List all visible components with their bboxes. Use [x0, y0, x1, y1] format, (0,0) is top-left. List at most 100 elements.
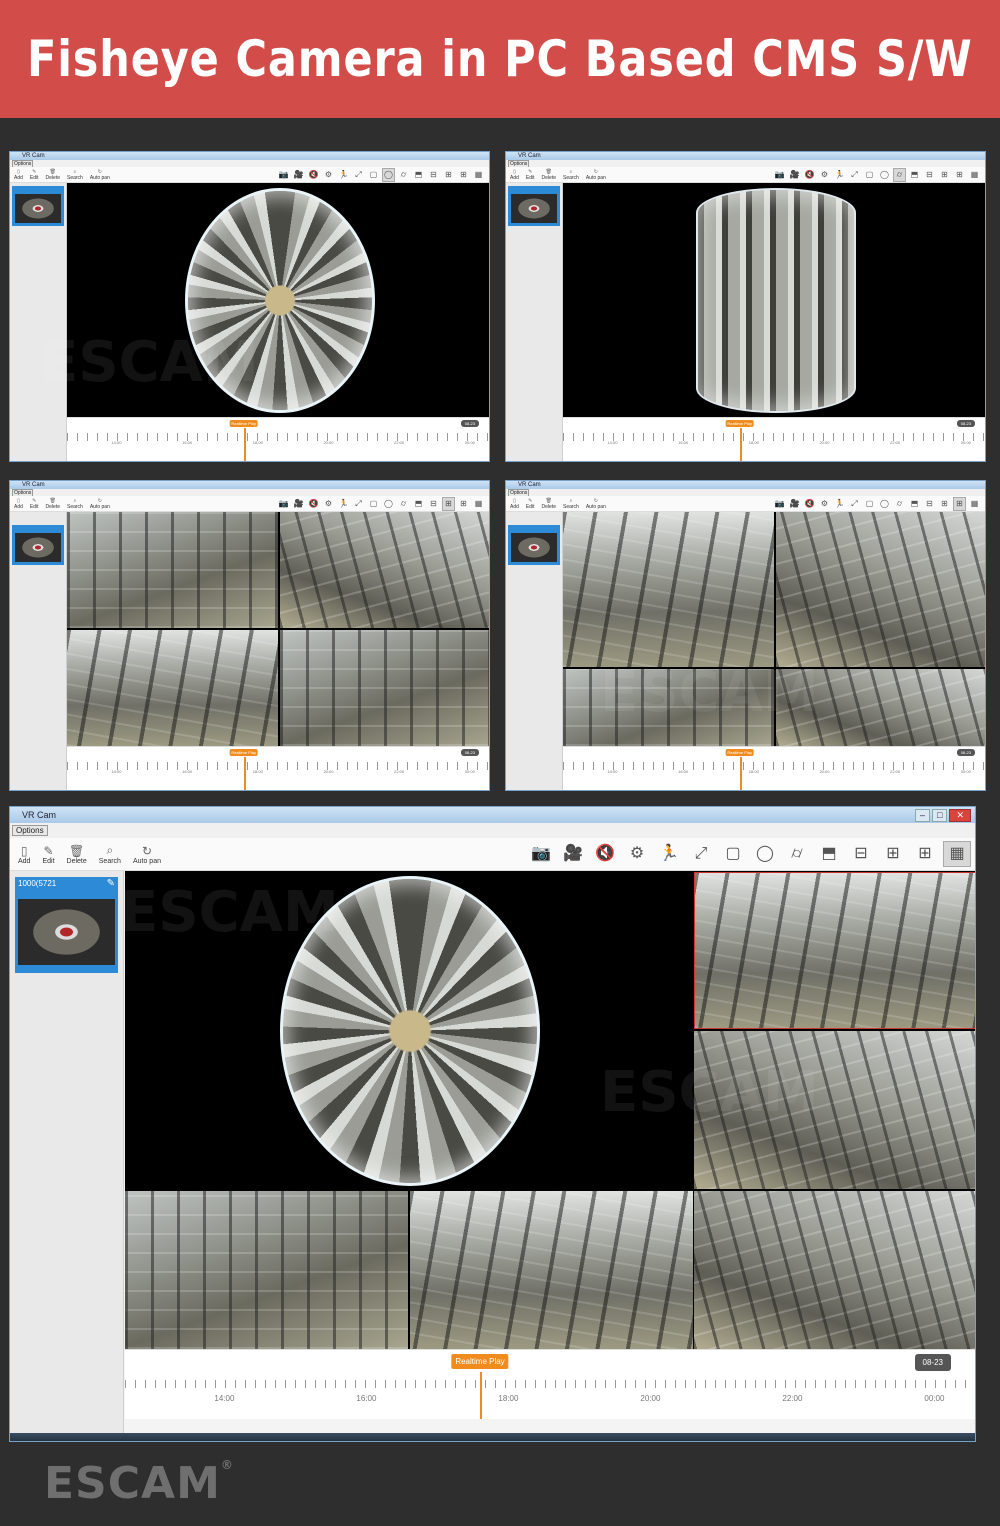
mute-speaker-icon[interactable]: 🔇 [591, 842, 619, 866]
video-pane-bottom-3[interactable] [694, 1191, 975, 1349]
fullscreen-icon[interactable]: ⤢ [848, 169, 861, 181]
view-split-6-icon[interactable]: ▦ [472, 498, 485, 510]
view-original-icon[interactable]: ▢ [863, 498, 876, 510]
view-split-4b-icon[interactable]: ⊞ [911, 842, 939, 866]
video-viewport[interactable] [67, 183, 489, 417]
view-fisheye-icon[interactable]: ◯ [751, 842, 779, 866]
view-cylinder-icon[interactable]: ⌭ [783, 842, 811, 866]
mute-speaker-icon[interactable]: 🔇 [307, 169, 320, 181]
edit-button[interactable]: ✎ Edit [30, 169, 39, 181]
snapshot-camera-icon[interactable]: 📷 [277, 498, 290, 510]
realtime-play-badge[interactable]: Realtime Play [725, 749, 754, 756]
camera-thumbnail[interactable] [12, 525, 64, 565]
date-badge[interactable]: 08-23 [914, 1354, 951, 1371]
snapshot-camera-icon[interactable]: 📷 [773, 498, 786, 510]
view-split-2-icon[interactable]: ⊟ [427, 169, 440, 181]
video-viewport[interactable] [67, 512, 489, 746]
record-video-icon[interactable]: 🎥 [559, 842, 587, 866]
view-cylinder-icon[interactable]: ⌭ [397, 169, 410, 181]
delete-button[interactable]: 🗑 Delete [542, 498, 556, 510]
auto-pan-button[interactable]: ↻ Auto pan [586, 169, 606, 181]
fullscreen-icon[interactable]: ⤢ [687, 842, 715, 866]
view-cylinder-icon[interactable]: ⌭ [893, 498, 906, 510]
mute-speaker-icon[interactable]: 🔇 [803, 169, 816, 181]
realtime-play-badge[interactable]: Realtime Play [725, 420, 754, 427]
delete-button[interactable]: 🗑 Delete [67, 844, 87, 865]
playback-timeline[interactable]: 14:00 16:00 18:00 20:00 22:00 00:00 Realtime P… [67, 746, 489, 790]
view-original-icon[interactable]: ▢ [367, 169, 380, 181]
auto-pan-button[interactable]: ↻ Auto pan [90, 498, 110, 510]
fullscreen-icon[interactable]: ⤢ [352, 169, 365, 181]
playhead-marker[interactable] [243, 428, 246, 461]
playback-timeline[interactable]: 14:00 16:00 18:00 20:00 22:00 00:00 Realtime P… [67, 417, 489, 461]
playhead-marker[interactable] [739, 428, 742, 461]
date-badge[interactable]: 08-23 [460, 420, 479, 427]
add-button[interactable]: ▯ Add [510, 169, 519, 181]
view-split-2-icon[interactable]: ⊟ [923, 498, 936, 510]
motion-run-icon[interactable]: 🏃 [337, 498, 350, 510]
view-original-icon[interactable]: ▢ [367, 498, 380, 510]
snapshot-camera-icon[interactable]: 📷 [773, 169, 786, 181]
view-fisheye-icon[interactable]: ◯ [878, 169, 891, 181]
add-button[interactable]: ▯ Add [14, 169, 23, 181]
view-panorama-icon[interactable]: ⬒ [908, 169, 921, 181]
view-fisheye-icon[interactable]: ◯ [382, 498, 395, 510]
view-split-2-icon[interactable]: ⊟ [847, 842, 875, 866]
minimize-icon[interactable]: – [915, 808, 931, 822]
view-split-4-icon[interactable]: ⊞ [442, 496, 455, 511]
playback-timeline[interactable]: 14:00 16:00 18:00 20:00 22:00 00:00 Realtime P… [125, 1349, 975, 1419]
fisheye-pane[interactable] [125, 871, 693, 1189]
video-viewport[interactable] [125, 871, 975, 1349]
delete-button[interactable]: 🗑 Delete [542, 169, 556, 181]
video-pane-4[interactable] [776, 669, 985, 746]
record-video-icon[interactable]: 🎥 [292, 498, 305, 510]
settings-gear-icon[interactable]: ⚙ [818, 498, 831, 510]
edit-button[interactable]: ✎ Edit [526, 498, 535, 510]
camera-thumbnail[interactable] [12, 186, 64, 226]
settings-gear-icon[interactable]: ⚙ [818, 169, 831, 181]
video-pane-bottom-2[interactable] [410, 1191, 693, 1349]
video-pane-2[interactable] [776, 512, 985, 667]
view-split-4-icon[interactable]: ⊞ [938, 498, 951, 510]
maximize-icon[interactable]: □ [932, 808, 948, 822]
search-button[interactable]: ⌕ Search [99, 843, 121, 865]
record-video-icon[interactable]: 🎥 [788, 498, 801, 510]
settings-gear-icon[interactable]: ⚙ [322, 498, 335, 510]
view-split-6-icon[interactable]: ▦ [472, 169, 485, 181]
motion-run-icon[interactable]: 🏃 [337, 169, 350, 181]
playhead-marker[interactable] [480, 1372, 482, 1419]
view-cylinder-icon[interactable]: ⌭ [397, 498, 410, 510]
view-split-6-icon[interactable]: ▦ [943, 841, 971, 867]
view-split-2-icon[interactable]: ⊟ [923, 169, 936, 181]
options-menu[interactable]: Options [12, 825, 48, 836]
view-original-icon[interactable]: ▢ [863, 169, 876, 181]
view-original-icon[interactable]: ▢ [719, 842, 747, 866]
add-button[interactable]: ▯ Add [510, 498, 519, 510]
playhead-marker[interactable] [739, 757, 742, 790]
view-split-4-icon[interactable]: ⊞ [938, 169, 951, 181]
view-split-4b-icon[interactable]: ⊞ [953, 496, 966, 511]
view-split-2-icon[interactable]: ⊟ [427, 498, 440, 510]
video-pane-top-right[interactable] [694, 872, 975, 1029]
mute-speaker-icon[interactable]: 🔇 [803, 498, 816, 510]
video-pane-1[interactable] [563, 512, 774, 667]
auto-pan-button[interactable]: ↻ Auto pan [586, 498, 606, 510]
motion-run-icon[interactable]: 🏃 [833, 169, 846, 181]
view-panorama-icon[interactable]: ⬒ [412, 498, 425, 510]
auto-pan-button[interactable]: ↻ Auto pan [133, 844, 161, 865]
edit-button[interactable]: ✎ Edit [526, 169, 535, 181]
date-badge[interactable]: 08-23 [460, 749, 479, 756]
video-pane-bottom-1[interactable] [125, 1191, 408, 1349]
date-badge[interactable]: 08-23 [956, 749, 975, 756]
video-pane-3[interactable] [67, 630, 278, 746]
view-split-6-icon[interactable]: ▦ [968, 498, 981, 510]
playback-timeline[interactable]: 14:00 16:00 18:00 20:00 22:00 00:00 Realtime P… [563, 417, 985, 461]
playhead-marker[interactable] [243, 757, 246, 790]
view-split-4b-icon[interactable]: ⊞ [953, 169, 966, 181]
realtime-play-badge[interactable]: Realtime Play [229, 420, 258, 427]
view-split-4-icon[interactable]: ⊞ [442, 169, 455, 181]
add-button[interactable]: ▯ Add [14, 498, 23, 510]
playback-timeline[interactable]: 14:00 16:00 18:00 20:00 22:00 00:00 Realtime P… [563, 746, 985, 790]
record-video-icon[interactable]: 🎥 [292, 169, 305, 181]
auto-pan-button[interactable]: ↻ Auto pan [90, 169, 110, 181]
